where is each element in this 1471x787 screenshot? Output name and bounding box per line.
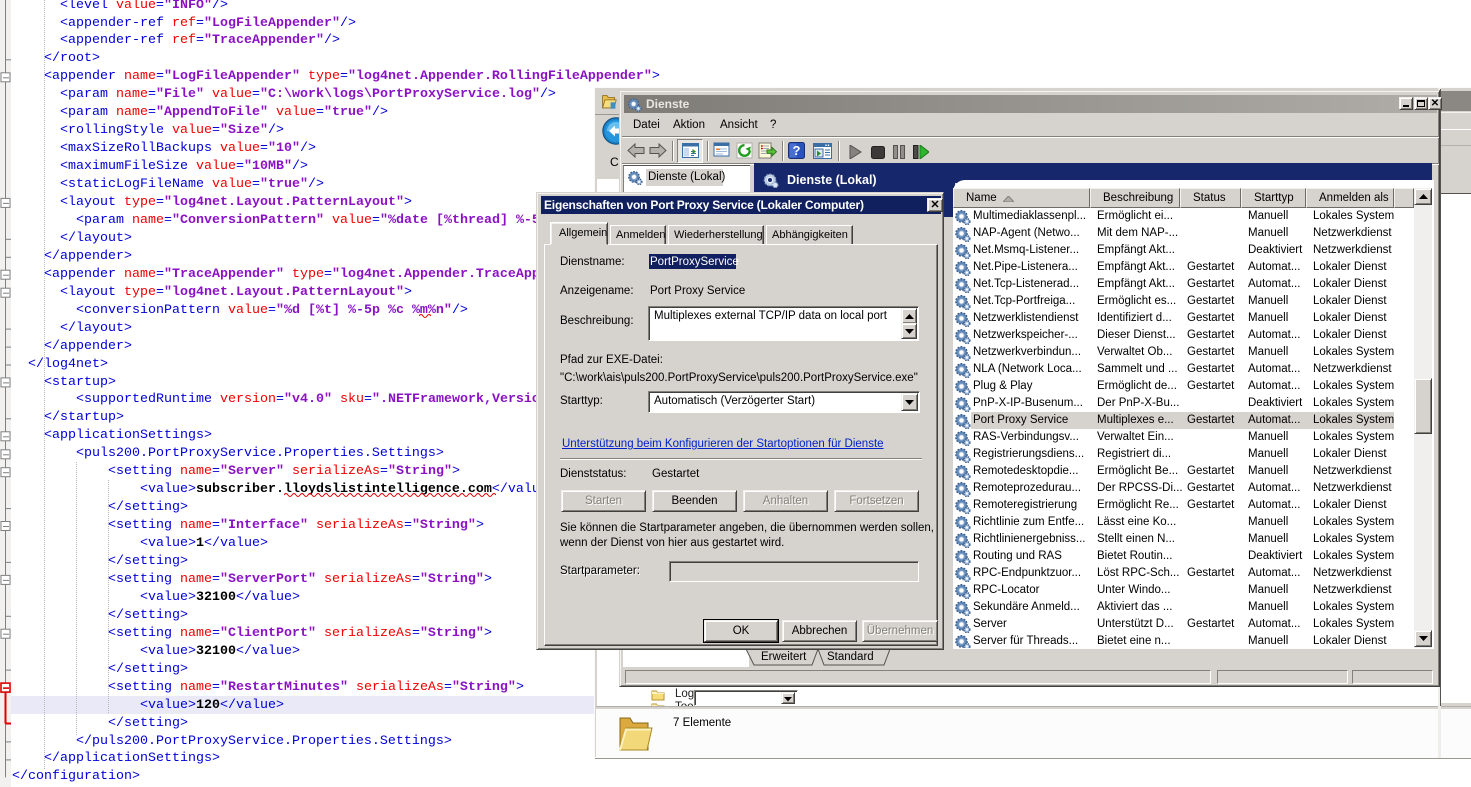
svg-text:?: ? bbox=[793, 143, 801, 158]
